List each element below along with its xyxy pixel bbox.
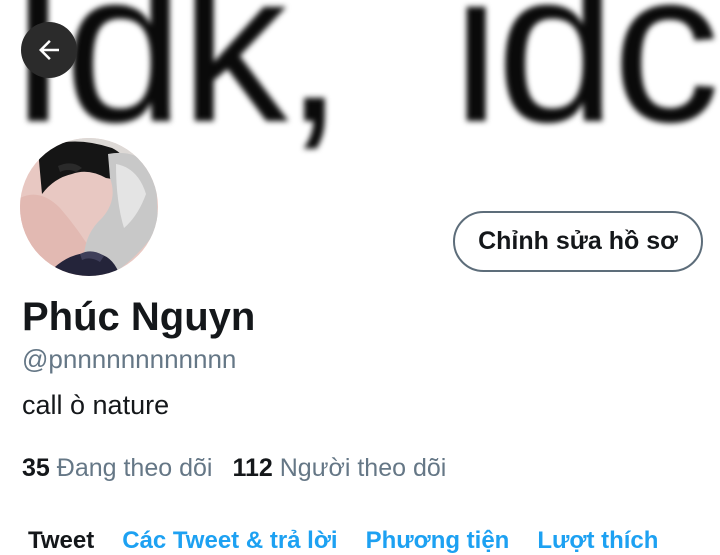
profile-handle: @pnnnnnnnnnnnn xyxy=(22,344,237,374)
following-label: Đang theo dõi xyxy=(56,454,213,482)
back-button[interactable] xyxy=(21,22,77,78)
arrow-left-icon xyxy=(39,40,59,60)
edit-profile-button[interactable]: Chỉnh sửa hồ sơ xyxy=(453,211,703,272)
followers-stat[interactable]: 112 Người theo dõi xyxy=(232,454,446,483)
following-stat[interactable]: 35 Đang theo dõi xyxy=(22,454,212,483)
followers-label: Người theo dõi xyxy=(279,454,447,482)
banner-text: Idk, idc xyxy=(8,0,720,167)
followers-count: 112 xyxy=(232,454,273,482)
avatar-photo xyxy=(20,138,158,276)
profile-stats: 35 Đang theo dõi 112 Người theo dõi xyxy=(22,454,446,483)
tab-media[interactable]: Phương tiện xyxy=(366,527,510,555)
tab-likes[interactable]: Lượt thích xyxy=(537,527,658,555)
tab-tweets-replies[interactable]: Các Tweet & trả lời xyxy=(122,527,337,555)
tab-tweets[interactable]: Tweet xyxy=(28,527,94,555)
profile-bio: call ò nature xyxy=(22,390,170,420)
profile-name: Phúc Nguyn xyxy=(22,295,256,339)
profile-tabs: Tweet Các Tweet & trả lời Phương tiện Lư… xyxy=(28,527,658,555)
avatar[interactable] xyxy=(16,134,162,280)
following-count: 35 xyxy=(22,454,50,482)
